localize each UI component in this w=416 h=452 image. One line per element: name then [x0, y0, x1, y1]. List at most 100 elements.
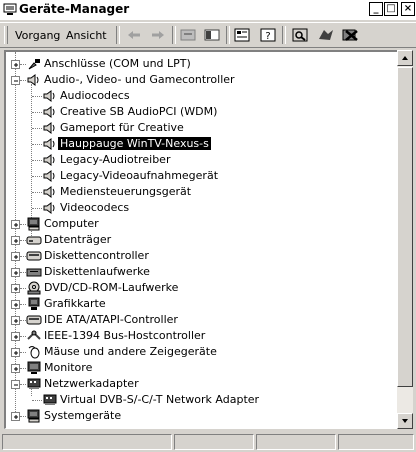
expand-icon[interactable]	[11, 348, 20, 357]
collapse-icon[interactable]	[11, 380, 20, 389]
computer-icon	[3, 3, 17, 15]
tree-item-gameport[interactable]: Gameport für Creative	[6, 120, 396, 136]
tree-item-mediensteuerung[interactable]: Mediensteuerungsgerät	[6, 184, 396, 200]
toolbar-separator	[282, 26, 286, 44]
back-arrow-icon[interactable]	[124, 26, 144, 44]
tree-item-audio[interactable]: Audio-, Video- und Gamecontroller	[6, 72, 396, 88]
expand-icon[interactable]	[11, 236, 20, 245]
tree-item-label: Computer	[44, 217, 99, 230]
speaker-icon	[43, 90, 55, 102]
tree-item-ide[interactable]: IDE ATA/ATAPI-Controller	[6, 312, 396, 328]
tree-item-label: Mäuse und andere Zeigegeräte	[44, 345, 217, 358]
tree-item-label: IDE ATA/ATAPI-Controller	[44, 313, 178, 326]
tree-item-label: Anschlüsse (COM und LPT)	[44, 57, 191, 70]
expand-icon[interactable]	[11, 332, 20, 341]
tree-item-audiocodecs[interactable]: Audiocodecs	[6, 88, 396, 104]
ide-controller-icon	[26, 315, 42, 325]
tree-item-label: Gameport für Creative	[60, 121, 184, 134]
display-adapter-icon	[28, 297, 40, 310]
toolbar-grip	[4, 26, 8, 44]
tree-item-virtual-dvb[interactable]: Virtual DVB-S/-C/-T Network Adapter	[6, 392, 396, 408]
expand-icon[interactable]	[11, 364, 20, 373]
port-plug-icon	[28, 59, 40, 70]
tree-item-legacy-video[interactable]: Legacy-Videoaufnahmegerät	[6, 168, 396, 184]
device-tree: Anschlüsse (COM und LPT) Audio-, Video- …	[4, 50, 397, 429]
toolbar-separator	[116, 26, 120, 44]
cd-rom-icon	[27, 281, 41, 295]
tree-item-netzwerk[interactable]: Netzwerkadapter	[6, 376, 396, 392]
tree-item-creative-sb[interactable]: Creative SB AudioPCI (WDM)	[6, 104, 396, 120]
monitor-icon	[27, 361, 41, 374]
tree-item-label: Legacy-Audiotreiber	[60, 153, 171, 166]
tree-item-anschluesse[interactable]: Anschlüsse (COM und LPT)	[6, 56, 396, 72]
tree-item-hauppauge[interactable]: Hauppauge WinTV-Nexus-s	[6, 136, 396, 152]
tree-item-label: Audio-, Video- und Gamecontroller	[44, 73, 235, 86]
tree-item-videocodecs[interactable]: Videocodecs	[6, 200, 396, 216]
expand-icon[interactable]	[11, 252, 20, 261]
tree-item-monitore[interactable]: Monitore	[6, 360, 396, 376]
maximize-button[interactable]: □	[384, 2, 398, 16]
floppy-drive-icon	[26, 268, 42, 277]
expand-icon[interactable]	[11, 300, 20, 309]
tree-item-systemgeraete[interactable]: Systemgeräte	[6, 408, 396, 424]
scan-hardware-icon[interactable]	[290, 26, 310, 44]
tree-item-dvd[interactable]: DVD/CD-ROM-Laufwerke	[6, 280, 396, 296]
expand-icon[interactable]	[11, 284, 20, 293]
tree-item-ieee[interactable]: IEEE-1394 Bus-Hostcontroller	[6, 328, 396, 344]
scrollbar-thumb[interactable]	[397, 67, 413, 387]
expand-icon[interactable]	[11, 220, 20, 229]
toolbar-separator	[172, 26, 176, 44]
tree-item-datentraeger[interactable]: Datenträger	[6, 232, 396, 248]
uninstall-icon[interactable]	[340, 26, 360, 44]
speaker-icon	[43, 170, 55, 182]
tree-item-diskettenlaufwerke[interactable]: Diskettenlaufwerke	[6, 264, 396, 280]
expand-icon[interactable]	[11, 412, 20, 421]
tree-item-label: DVD/CD-ROM-Laufwerke	[44, 281, 179, 294]
tree-item-diskettencontroller[interactable]: Diskettencontroller	[6, 248, 396, 264]
tree-item-legacy-audio[interactable]: Legacy-Audiotreiber	[6, 152, 396, 168]
computer-icon	[27, 409, 40, 423]
status-bar	[0, 432, 416, 452]
status-pane	[174, 434, 254, 450]
properties-icon[interactable]	[232, 26, 252, 44]
tree-item-computer[interactable]: Computer	[6, 216, 396, 232]
scroll-down-button[interactable]	[397, 413, 413, 429]
arrow-up-icon	[402, 56, 408, 60]
firewire-icon	[27, 330, 41, 340]
speaker-icon	[43, 122, 55, 134]
status-pane	[2, 434, 172, 450]
network-adapter-icon	[27, 378, 41, 389]
tree-item-label: Videocodecs	[60, 201, 130, 214]
expand-icon[interactable]	[11, 268, 20, 277]
tree-item-label: Virtual DVB-S/-C/-T Network Adapter	[60, 393, 260, 406]
collapse-icon[interactable]	[11, 76, 20, 85]
menu-ansicht[interactable]: Ansicht	[66, 29, 107, 42]
forward-arrow-icon[interactable]	[148, 26, 168, 44]
help-icon[interactable]: ?	[258, 26, 278, 44]
svg-text:?: ?	[265, 31, 270, 42]
tree-item-grafikkarte[interactable]: Grafikkarte	[6, 296, 396, 312]
scroll-up-button[interactable]	[397, 50, 413, 66]
tree-item-maeuse[interactable]: Mäuse und andere Zeigegeräte	[6, 344, 396, 360]
expand-icon[interactable]	[11, 60, 20, 69]
toolbar-separator	[226, 26, 230, 44]
tree-item-label: Netzwerkadapter	[44, 377, 139, 390]
mouse-icon	[28, 346, 40, 359]
update-driver-icon[interactable]	[316, 26, 336, 44]
menu-vorgang[interactable]: Vorgang	[15, 29, 60, 42]
tree-item-label: Monitore	[44, 361, 93, 374]
vertical-scrollbar[interactable]	[397, 50, 413, 429]
close-button[interactable]: ×	[401, 2, 415, 16]
expand-icon[interactable]	[11, 316, 20, 325]
up-folder-icon[interactable]	[178, 26, 198, 44]
tree-item-label: Systemgeräte	[44, 409, 122, 422]
hard-disk-icon	[26, 236, 42, 245]
tree-item-label: Diskettenlaufwerke	[44, 265, 150, 278]
status-pane	[338, 434, 414, 450]
status-pane	[256, 434, 336, 450]
minimize-button[interactable]: _	[369, 2, 383, 16]
speaker-icon	[27, 74, 39, 86]
show-hide-tree-icon[interactable]	[202, 26, 222, 44]
tree-item-label: Mediensteuerungsgerät	[60, 185, 192, 198]
speaker-icon	[43, 106, 55, 118]
